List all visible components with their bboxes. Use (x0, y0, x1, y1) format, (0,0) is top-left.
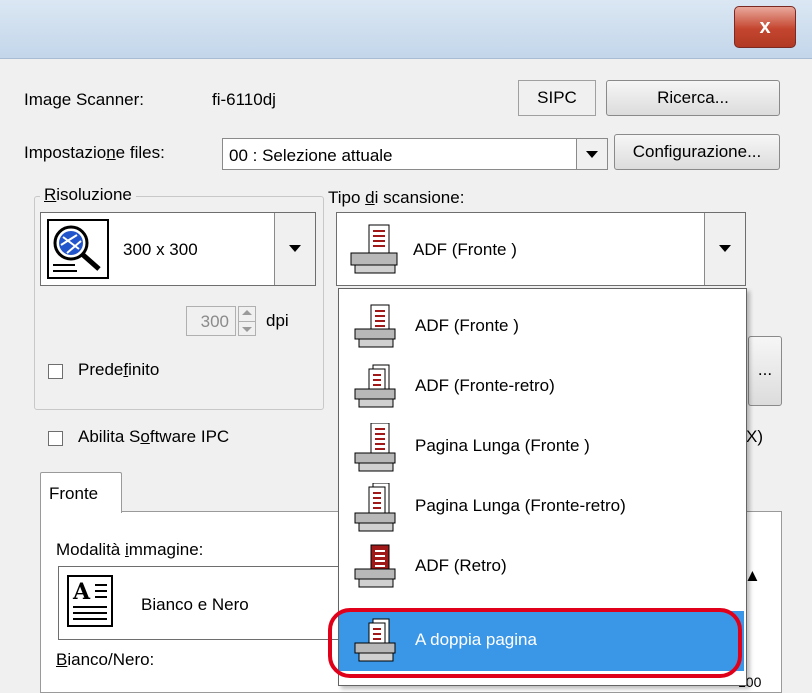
title-bar (0, 0, 812, 59)
dropdown-option-adf-duplex[interactable]: ADF (Fronte-retro) (339, 357, 744, 417)
spin-divider (239, 321, 255, 322)
search-button[interactable]: Ricerca... (606, 80, 780, 116)
dropdown-option-long-page-front[interactable]: Pagina Lunga (Fronte ) (339, 417, 744, 477)
ipc-partial-label: X) (746, 427, 763, 446)
scanner-model: fi-6110dj (212, 90, 276, 109)
scan-type-select[interactable]: ADF (Fronte ) (336, 212, 746, 286)
resolution-value: 300 x 300 (123, 240, 198, 259)
resolution-legend: Risoluzione (40, 185, 136, 205)
default-checkbox[interactable] (48, 364, 63, 379)
image-mode-label: Modalità immagine: (56, 540, 204, 559)
image-scanner-label: Image Scanner: (24, 90, 145, 109)
dropdown-option-adf-back[interactable]: ADF (Retro) (339, 537, 744, 597)
text-document-icon: A (67, 575, 113, 627)
files-setting-label: Impostazione files: (24, 143, 165, 162)
dropdown-option-long-page-duplex[interactable]: Pagina Lunga (Fronte-retro) (339, 477, 744, 537)
dpi-input[interactable]: 300 (186, 306, 236, 336)
tab-front[interactable]: Fronte (40, 472, 122, 513)
files-setting-value: 00 : Selezione attuale (229, 146, 393, 165)
configuration-button[interactable]: Configurazione... (614, 134, 780, 170)
dpi-unit-label: dpi (266, 311, 289, 330)
long-page-duplex-icon (354, 483, 396, 532)
scan-type-dropdown-button[interactable] (704, 213, 745, 285)
adf-front-icon (350, 224, 398, 274)
chevron-down-icon (289, 245, 301, 252)
files-setting-dropdown-button[interactable] (576, 139, 607, 169)
scan-type-value: ADF (Fronte ) (413, 240, 517, 259)
highlight-ring (328, 608, 742, 678)
adf-back-icon (354, 544, 396, 588)
image-mode-select[interactable]: A Bianco e Nero (58, 566, 358, 640)
resolution-select[interactable]: 300 x 300 (40, 212, 316, 286)
dropdown-option-adf-front[interactable]: ADF (Fronte ) (339, 297, 744, 357)
sipc-indicator: SIPC (518, 80, 596, 116)
image-mode-value: Bianco e Nero (141, 595, 249, 614)
chevron-down-icon (586, 151, 598, 158)
close-button[interactable]: x (734, 6, 796, 48)
enable-ipc-checkbox[interactable] (48, 431, 63, 446)
more-options-button[interactable]: ... (748, 336, 782, 406)
magnifier-icon (47, 219, 109, 279)
bw-label: Bianco/Nero: (56, 650, 155, 669)
default-label: Predefinito (78, 360, 160, 379)
spin-down-icon (242, 327, 252, 332)
enable-ipc-label: Abilita Software IPC (78, 427, 230, 446)
dpi-spinner[interactable] (238, 306, 256, 336)
scan-type-label: Tipo di scansione: (328, 188, 465, 207)
adf-front-icon (354, 304, 396, 348)
files-setting-select[interactable]: 00 : Selezione attuale (222, 138, 608, 170)
long-page-front-icon (354, 423, 396, 472)
resolution-dropdown-button[interactable] (274, 213, 315, 285)
chevron-down-icon (719, 245, 731, 252)
spin-up-icon (242, 310, 252, 315)
svg-text:A: A (72, 579, 91, 605)
adf-duplex-icon (354, 364, 396, 408)
